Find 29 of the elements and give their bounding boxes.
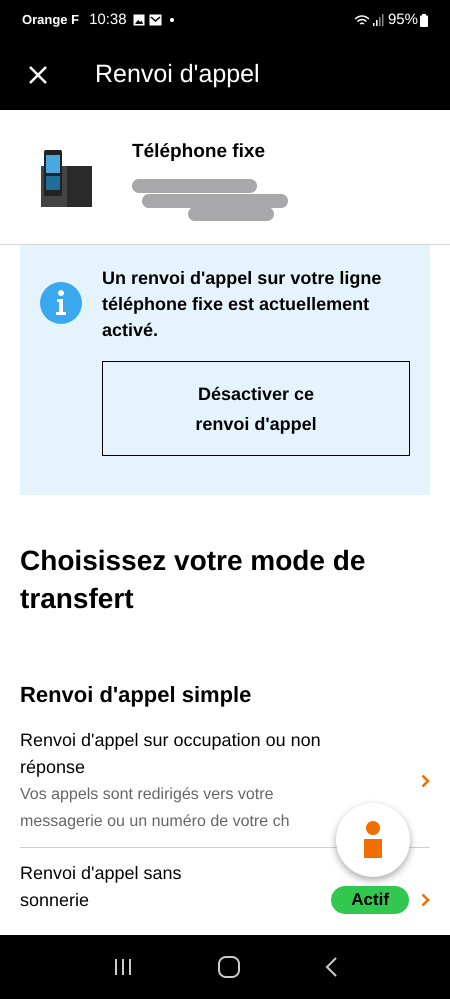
home-icon[interactable]: [218, 956, 240, 978]
status-badge: Actif: [331, 886, 409, 914]
chevron-icon: [421, 774, 430, 788]
person-icon: [363, 821, 383, 859]
chevron-icon: [421, 893, 430, 907]
subsection-heading: Renvoi d'appel simple: [20, 681, 252, 709]
image-icon: [132, 14, 145, 26]
screen-title: Renvoi d'appel: [95, 59, 260, 90]
battery-level: 95%: [388, 10, 418, 30]
option-description: Vos appels sont redirigés vers votre messagerie ou un numéro de votre ch: [20, 785, 290, 832]
battery-icon: [420, 14, 428, 26]
clock: 10:38: [89, 10, 127, 30]
option-title: Renvoi d'appel sur occupation ou non réponse: [20, 729, 322, 779]
section-heading: Choisissez votre mode de transfert: [20, 544, 366, 616]
info-icon: [40, 282, 82, 324]
deactivate-button[interactable]: Désactiver ce renvoi d'appel: [102, 361, 410, 456]
close-icon: [28, 65, 48, 85]
forwarding-option[interactable]: Renvoi d'appel sans sonnerie Actif: [20, 860, 430, 926]
signal-icon: [372, 14, 384, 26]
line-title: Téléphone fixe: [132, 140, 266, 164]
back-icon[interactable]: [325, 957, 338, 977]
notice-text: Un renvoi d'appel sur votre ligne téléphone fixe est actuellement activé.: [102, 267, 382, 342]
recent-apps-icon[interactable]: [112, 958, 133, 976]
carrier: Orange F: [22, 11, 80, 30]
wifi-icon: [354, 14, 370, 26]
option-title: Renvoi d'appel sans sonnerie: [20, 862, 183, 912]
assistant-button[interactable]: [336, 803, 410, 877]
desk-phone-icon: [41, 150, 92, 207]
mail-icon: [148, 14, 162, 26]
